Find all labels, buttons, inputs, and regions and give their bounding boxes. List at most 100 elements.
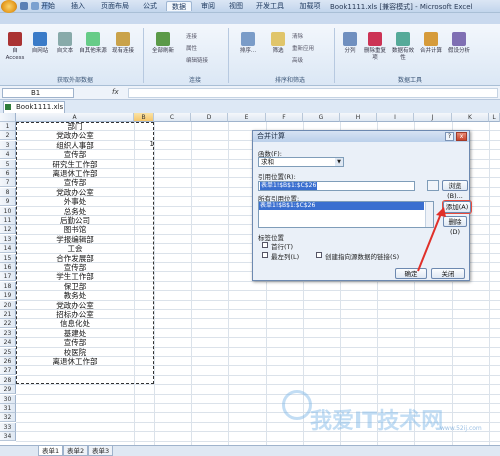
row-header[interactable]: 28: [0, 375, 16, 385]
select-all-corner[interactable]: [0, 113, 16, 122]
office-button[interactable]: [1, 0, 17, 13]
row-header[interactable]: 13: [0, 234, 16, 244]
column-header[interactable]: F: [266, 113, 303, 122]
tab-developer[interactable]: 开发工具: [254, 1, 286, 11]
annotation-arrow: [417, 207, 446, 272]
row-header[interactable]: 1: [0, 122, 16, 131]
column-header[interactable]: C: [154, 113, 191, 122]
row-header[interactable]: 12: [0, 225, 16, 235]
row-header[interactable]: 14: [0, 244, 16, 254]
other-sources-button[interactable]: 自其他来源: [79, 32, 107, 55]
workbook-tab[interactable]: Book1111.xls *: [3, 101, 65, 122]
first-row-checkbox[interactable]: [262, 242, 268, 248]
column-header[interactable]: D: [191, 113, 228, 122]
properties-button[interactable]: 属性: [186, 44, 197, 52]
data-validation-button[interactable]: 数据有效性: [390, 32, 416, 62]
fx-icon[interactable]: fx: [112, 88, 124, 98]
row-header[interactable]: 4: [0, 150, 16, 160]
reapply-button[interactable]: 重新应用: [292, 44, 314, 52]
from-access-button[interactable]: 自 Access: [4, 32, 26, 62]
row-header[interactable]: 19: [0, 291, 16, 301]
sheet-tab-3[interactable]: 表单3: [88, 446, 114, 456]
tab-formulas[interactable]: 公式: [140, 1, 160, 11]
sheet-tab-2[interactable]: 表单2: [63, 446, 89, 456]
column-header[interactable]: L: [489, 113, 500, 122]
tab-data[interactable]: 数据: [166, 1, 192, 11]
refresh-all-button[interactable]: 全部刷新: [150, 32, 176, 55]
row-header[interactable]: 22: [0, 319, 16, 329]
advanced-filter-button[interactable]: 高级: [292, 56, 303, 64]
what-if-icon: [452, 32, 466, 46]
edit-links-button[interactable]: 编辑链接: [186, 56, 208, 64]
text-to-columns-button[interactable]: 分列: [340, 32, 360, 55]
column-header[interactable]: E: [228, 113, 266, 122]
group-separator: [334, 28, 335, 83]
chevron-down-icon[interactable]: ▼: [335, 158, 343, 166]
row-header[interactable]: 6: [0, 169, 16, 178]
name-box[interactable]: B1: [2, 88, 74, 98]
link-source-checkbox[interactable]: [316, 252, 322, 258]
column-header[interactable]: A: [16, 113, 134, 122]
row-header[interactable]: 32: [0, 413, 16, 423]
row-header[interactable]: 25: [0, 347, 16, 357]
column-header[interactable]: K: [452, 113, 489, 122]
row-header[interactable]: 17: [0, 272, 16, 282]
help-button[interactable]: ?: [445, 132, 454, 141]
collapse-dialog-icon[interactable]: [427, 180, 439, 191]
existing-connections-button[interactable]: 现有连接: [110, 32, 136, 55]
row-header[interactable]: 9: [0, 197, 16, 207]
column-header[interactable]: J: [414, 113, 452, 122]
formula-input[interactable]: [128, 88, 498, 98]
tab-view[interactable]: 视图: [226, 1, 246, 11]
from-web-button[interactable]: 自网站: [29, 32, 51, 55]
row-header[interactable]: 29: [0, 385, 16, 395]
what-if-button[interactable]: 假设分析: [446, 32, 472, 55]
row-header[interactable]: 24: [0, 338, 16, 348]
consolidate-button[interactable]: 合并计算: [418, 32, 444, 55]
sheet-tab-1[interactable]: 表单1: [38, 446, 64, 456]
text-file-icon: [58, 32, 72, 46]
row-header[interactable]: 2: [0, 131, 16, 141]
row-header[interactable]: 34: [0, 432, 16, 442]
browse-button[interactable]: 浏览(B)...: [442, 180, 468, 200]
close-button[interactable]: x: [456, 132, 467, 141]
column-header[interactable]: G: [303, 113, 340, 122]
row-header[interactable]: 27: [0, 366, 16, 376]
row-header[interactable]: 11: [0, 216, 16, 225]
column-header[interactable]: I: [377, 113, 414, 122]
row-header[interactable]: 8: [0, 187, 16, 197]
tab-insert[interactable]: 插入: [68, 1, 88, 11]
row-header[interactable]: 3: [0, 140, 16, 150]
tab-page-layout[interactable]: 页面布局: [98, 1, 132, 11]
row-header[interactable]: 30: [0, 394, 16, 404]
clear-filter-button[interactable]: 清除: [292, 32, 303, 40]
row-header[interactable]: 31: [0, 404, 16, 413]
tab-review[interactable]: 审阅: [198, 1, 218, 11]
connections-button[interactable]: 连接: [186, 32, 197, 40]
row-header[interactable]: 23: [0, 328, 16, 338]
column-header[interactable]: H: [340, 113, 377, 122]
row-header[interactable]: 10: [0, 206, 16, 216]
row-header[interactable]: 20: [0, 300, 16, 310]
left-column-checkbox[interactable]: [262, 252, 268, 258]
from-text-button[interactable]: 自文本: [54, 32, 76, 55]
cell-c2[interactable]: 1: [140, 140, 154, 148]
row-header[interactable]: 33: [0, 422, 16, 432]
list-item[interactable]: 表单1!$B$1:$C$26: [259, 202, 424, 210]
tab-addins[interactable]: 加载项: [296, 1, 324, 11]
sort-button[interactable]: 排序...: [236, 32, 260, 55]
tab-home[interactable]: 开始: [38, 1, 58, 11]
function-select[interactable]: 求和: [258, 157, 344, 167]
row-header[interactable]: 5: [0, 159, 16, 169]
columns-icon: [343, 32, 357, 46]
row-header[interactable]: 18: [0, 281, 16, 291]
row-header[interactable]: 7: [0, 178, 16, 188]
filter-button[interactable]: 筛选: [268, 32, 288, 55]
save-icon[interactable]: [20, 2, 28, 10]
remove-duplicates-button[interactable]: 删除重复项: [362, 32, 388, 62]
column-header[interactable]: B: [134, 113, 154, 122]
row-header[interactable]: 21: [0, 310, 16, 319]
row-header[interactable]: 15: [0, 253, 16, 263]
row-header[interactable]: 16: [0, 263, 16, 272]
row-header[interactable]: 26: [0, 357, 16, 366]
